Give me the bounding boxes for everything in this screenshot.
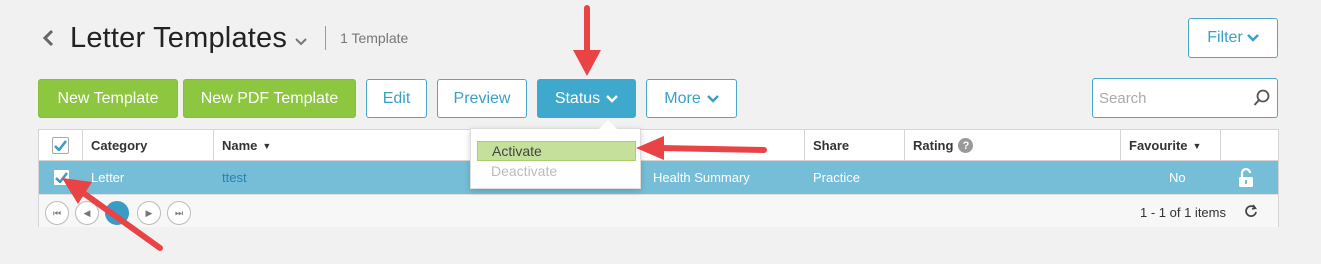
column-header-favourite[interactable]: Favourite ▼ [1121,130,1221,161]
dropdown-notch [599,120,617,129]
sort-icon: ▼ [1192,140,1202,151]
new-template-button[interactable]: New Template [38,79,178,118]
select-all-checkbox[interactable] [52,137,69,154]
last-page-icon[interactable]: ⏭ [167,201,191,225]
row-name-link[interactable]: ttest [214,161,471,194]
menu-item-activate[interactable]: Activate [477,141,636,161]
column-header-name[interactable]: Name ▼ [214,130,471,161]
new-template-label: New Template [57,89,159,107]
name-header-label: Name [222,138,258,153]
preview-button[interactable]: Preview [437,79,527,118]
more-button[interactable]: More [646,79,737,118]
search-input[interactable] [1093,79,1243,117]
column-header-lock [1221,130,1280,161]
annotation-arrow-up-left-icon [62,178,163,251]
status-button[interactable]: Status [537,79,636,118]
column-header-category[interactable]: Category [83,130,214,161]
new-pdf-template-button[interactable]: New PDF Template [183,79,356,118]
checkmark-icon [54,140,67,151]
new-pdf-template-label: New PDF Template [200,89,339,107]
filter-label: Filter [1207,29,1243,46]
row-favourite: No [1169,170,1186,185]
status-dropdown-menu: Activate Deactivate [470,120,641,189]
lock-open-icon[interactable] [1237,161,1267,194]
filter-button[interactable]: Filter [1188,18,1278,58]
page-header: Letter Templates 1 Template [38,16,408,60]
category-header-label: Category [91,138,148,153]
rating-header-label: Rating [913,138,954,153]
pager: ⏮ ◀ ▶ ⏭ 1 - 1 of 1 items [39,194,1278,227]
menu-item-deactivate[interactable]: Deactivate [477,161,636,181]
preview-label: Preview [453,89,511,107]
row-share: Practice [813,170,860,185]
status-label: Status [554,89,601,107]
select-all-cell [39,130,83,161]
sort-desc-icon: ▼ [262,140,272,151]
pager-info: 1 - 1 of 1 items [1140,205,1226,220]
search-box[interactable] [1092,78,1278,118]
annotation-arrow-left-icon [636,136,767,160]
favourite-header-label: Favourite [1129,138,1188,153]
chevron-down-icon [706,94,719,103]
more-label: More [664,89,701,107]
annotation-arrow-down-icon [573,5,601,76]
chevron-down-icon [606,94,619,103]
edit-button[interactable]: Edit [366,79,427,118]
share-header-label: Share [813,138,850,153]
back-chevron-icon[interactable] [38,28,58,48]
refresh-icon[interactable] [1244,204,1258,223]
help-icon[interactable]: ? [958,138,974,153]
column-header-share[interactable]: Share [805,130,905,161]
chevron-down-icon [1246,34,1259,42]
search-icon[interactable] [1253,89,1271,112]
column-header-rating[interactable]: Rating ? [905,130,1121,161]
template-count: 1 Template [340,30,409,46]
table-row[interactable]: Letter ttest Health Summary Practice No [39,161,1278,194]
edit-label: Edit [382,89,411,107]
title-dropdown-icon[interactable] [295,33,307,49]
row-type: Health Summary [653,170,750,185]
page-title: Letter Templates [70,21,288,54]
header-divider [325,26,327,50]
